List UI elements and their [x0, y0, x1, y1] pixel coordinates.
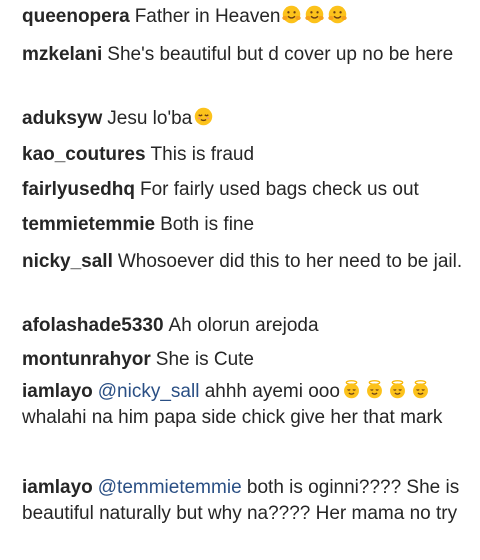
comment-text: For fairly used bags check us out	[139, 179, 419, 200]
comment-mention[interactable]: @temmietemmie	[98, 477, 242, 498]
comment-item: iamlayo @temmietemmie both is oginni???? …	[22, 475, 466, 527]
angel-face-icon	[387, 379, 408, 400]
comment-item: fairlyusedhq For fairly used bags check u…	[22, 177, 466, 203]
comment-username[interactable]: aduksyw	[22, 108, 102, 129]
comment-username[interactable]: iamlayo	[22, 477, 93, 498]
comment-mention[interactable]: @nicky_sall	[98, 381, 200, 402]
comment-username[interactable]: kao_coutures	[22, 144, 146, 165]
comment-text: ahhh ayemi ooo	[204, 381, 340, 402]
comment-item: iamlayo @nicky_sall ahhh ayemi ooo whalah…	[22, 379, 466, 431]
comment-item: kao_coutures This is fraud	[22, 142, 466, 168]
comment-item: queenopera Father in Heaven	[22, 4, 466, 30]
comment-username[interactable]: iamlayo	[22, 381, 93, 402]
comment-text: Whosoever did this to her need to be jai…	[117, 251, 463, 272]
comment-item: mzkelani She's beautiful but d cover up n…	[22, 42, 466, 68]
comment-list: queenopera Father in Heaven mzkelani She's…	[0, 0, 480, 560]
comment-item: temmietemmie Both is fine	[22, 212, 466, 238]
comment-item: nicky_sall Whosoever did this to her need…	[22, 249, 466, 275]
comment-username[interactable]: fairlyusedhq	[22, 179, 135, 200]
relieved-face-icon	[193, 106, 214, 127]
comment-username[interactable]: afolashade5330	[22, 315, 164, 336]
angel-face-icon	[341, 379, 362, 400]
comment-username[interactable]: mzkelani	[22, 44, 102, 65]
comment-text: Ah olorun arejoda	[168, 315, 319, 336]
comment-text: Father in Heaven	[134, 6, 281, 27]
comment-text: Jesu lo'ba	[107, 108, 193, 129]
hugging-face-icon	[327, 4, 348, 25]
hugging-face-icon	[281, 4, 302, 25]
comment-item: afolashade5330 Ah olorun arejoda	[22, 313, 466, 339]
comment-text-continued: whalahi na him papa side chick give her …	[22, 407, 443, 428]
angel-face-icon	[410, 379, 431, 400]
comment-username[interactable]: queenopera	[22, 6, 130, 27]
angel-face-icon	[364, 379, 385, 400]
comment-username[interactable]: montunrahyor	[22, 349, 151, 370]
comment-username[interactable]: temmietemmie	[22, 214, 155, 235]
comment-text: She's beautiful but d cover up no be her…	[107, 44, 454, 65]
comment-text: This is fraud	[150, 144, 255, 165]
hugging-face-icon	[304, 4, 325, 25]
comment-item: montunrahyor She is Cute	[22, 347, 466, 373]
comment-username[interactable]: nicky_sall	[22, 251, 113, 272]
comment-text: Both is fine	[160, 214, 255, 235]
comment-item: aduksyw Jesu lo'ba	[22, 106, 466, 132]
comment-text: She is Cute	[155, 349, 255, 370]
